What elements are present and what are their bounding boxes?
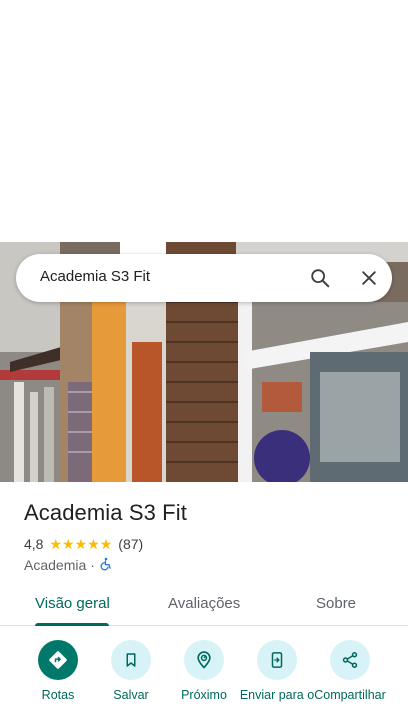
save-label: Salvar	[113, 688, 149, 702]
nearby-button[interactable]: Próximo	[164, 640, 244, 702]
star-icon: ★	[49, 536, 63, 552]
wheelchair-accessible-icon	[99, 557, 113, 574]
bookmark-icon	[111, 640, 151, 680]
star-icon: ★	[99, 536, 113, 552]
search-icon[interactable]	[304, 262, 336, 294]
star-icon: ★	[62, 536, 75, 552]
rating-row[interactable]: 4,8 ★ ★ ★ ★ ★ (87)	[24, 535, 143, 553]
directions-button[interactable]: Rotas	[18, 640, 98, 702]
directions-label: Rotas	[41, 688, 75, 702]
nearby-icon	[184, 640, 224, 680]
nearby-label: Próximo	[181, 688, 227, 702]
star-rating: ★ ★ ★ ★ ★	[49, 537, 112, 551]
search-bar[interactable]: Academia S3 Fit	[16, 254, 392, 302]
category-row: Academia ·	[24, 556, 113, 574]
close-icon[interactable]	[353, 262, 385, 294]
tab-overview[interactable]: Visão geral	[35, 595, 110, 612]
send-to-phone-label: Enviar para o	[239, 688, 315, 702]
send-to-phone-button[interactable]: Enviar para o	[237, 640, 317, 702]
rating-value: 4,8	[24, 536, 44, 552]
place-name: Academia S3 Fit	[24, 500, 187, 525]
share-label: Compartilhar	[314, 688, 386, 702]
separator-dot: ·	[90, 557, 95, 573]
send-to-phone-icon	[257, 640, 297, 680]
tab-reviews[interactable]: Avaliações	[168, 595, 240, 612]
search-input[interactable]: Academia S3 Fit	[40, 268, 150, 285]
tab-about[interactable]: Sobre	[316, 595, 356, 612]
directions-icon	[38, 640, 78, 680]
share-icon	[330, 640, 370, 680]
share-button[interactable]: Compartilhar	[310, 640, 390, 702]
active-tab-indicator	[35, 623, 109, 626]
save-button[interactable]: Salvar	[91, 640, 171, 702]
star-icon: ★	[87, 536, 100, 552]
star-icon: ★	[74, 536, 88, 552]
place-category: Academia	[24, 557, 87, 573]
action-bar: Rotas Salvar Próximo Enviar para o Compa…	[0, 640, 408, 724]
map-area-blank	[0, 0, 408, 242]
review-count[interactable]: (87)	[118, 536, 143, 552]
tab-bar: Visão geral Avaliações Sobre	[0, 584, 408, 626]
